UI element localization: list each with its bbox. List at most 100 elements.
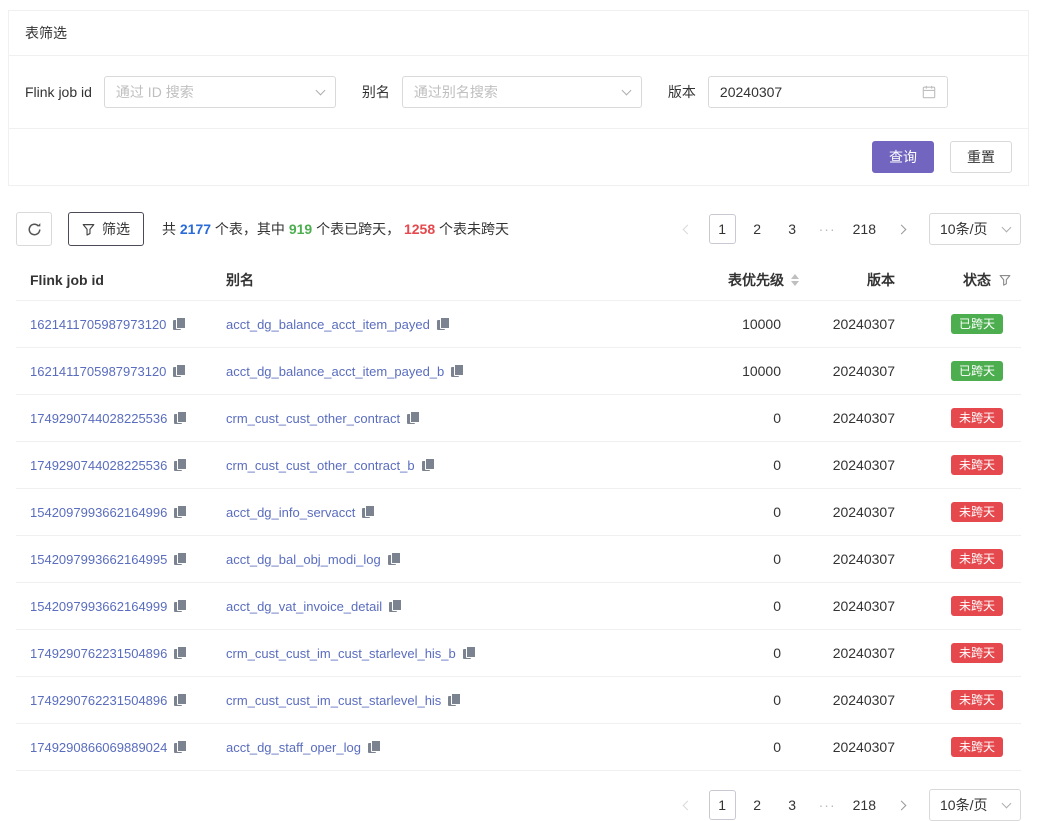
page-ellipsis[interactable]: ··· <box>814 790 841 820</box>
priority-cell: 0 <box>689 630 813 677</box>
page-button-last[interactable]: 218 <box>849 214 880 244</box>
copy-icon[interactable] <box>174 411 187 425</box>
job-id-link[interactable]: 1621411705987973120 <box>30 364 166 379</box>
job-id-link[interactable]: 1749290744028225536 <box>30 411 167 426</box>
chevron-right-icon <box>897 800 907 810</box>
copy-icon[interactable] <box>422 458 435 472</box>
version-cell: 20240307 <box>813 583 909 630</box>
copy-icon[interactable] <box>174 740 187 754</box>
priority-cell: 0 <box>689 536 813 583</box>
priority-cell: 10000 <box>689 348 813 395</box>
job-id-link[interactable]: 1542097993662164996 <box>30 505 167 520</box>
reset-button[interactable]: 重置 <box>950 141 1012 173</box>
copy-icon[interactable] <box>174 505 187 519</box>
page-button-1[interactable]: 1 <box>709 790 736 820</box>
flink-job-id-placeholder: 通过 ID 搜索 <box>116 82 194 102</box>
sort-icon[interactable] <box>791 274 799 286</box>
column-filter-icon[interactable] <box>999 274 1011 286</box>
status-badge: 未跨天 <box>951 643 1003 663</box>
priority-cell: 0 <box>689 724 813 771</box>
field-alias: 别名 通过别名搜索 <box>362 76 642 108</box>
copy-icon[interactable] <box>173 364 186 378</box>
copy-icon[interactable] <box>174 458 187 472</box>
alias-link[interactable]: crm_cust_cust_im_cust_starlevel_his <box>226 693 441 708</box>
job-id-link[interactable]: 1749290866069889024 <box>30 740 167 755</box>
job-id-link[interactable]: 1749290762231504896 <box>30 693 167 708</box>
copy-icon[interactable] <box>368 740 381 754</box>
chevron-down-icon <box>621 85 631 95</box>
copy-icon[interactable] <box>388 552 401 566</box>
page-ellipsis[interactable]: ··· <box>814 214 841 244</box>
summary-text: 共 2177 个表，其中 919 个表已跨天， 1258 个表未跨天 <box>162 219 509 239</box>
copy-icon[interactable] <box>174 646 187 660</box>
copy-icon[interactable] <box>463 646 476 660</box>
refresh-icon <box>27 222 42 237</box>
page-button-3[interactable]: 3 <box>779 790 806 820</box>
prev-page-button[interactable] <box>674 214 701 244</box>
filter-toggle-button[interactable]: 筛选 <box>68 212 144 246</box>
version-date-input[interactable]: 20240307 <box>708 76 948 108</box>
page: 表筛选 Flink job id 通过 ID 搜索 别名 通过别名搜索 版本 <box>0 0 1037 821</box>
search-button[interactable]: 查询 <box>872 141 934 173</box>
page-button-3[interactable]: 3 <box>779 214 806 244</box>
job-id-link[interactable]: 1621411705987973120 <box>30 317 166 332</box>
alias-link[interactable]: acct_dg_balance_acct_item_payed <box>226 317 430 332</box>
alias-label: 别名 <box>362 82 390 102</box>
job-id-link[interactable]: 1542097993662164995 <box>30 552 167 567</box>
priority-cell: 10000 <box>689 301 813 348</box>
chevron-left-icon <box>682 224 692 234</box>
copy-icon[interactable] <box>437 317 450 331</box>
job-id-link[interactable]: 1542097993662164999 <box>30 599 167 614</box>
alias-link[interactable]: acct_dg_vat_invoice_detail <box>226 599 382 614</box>
page-size-select[interactable]: 10条/页 <box>929 213 1021 245</box>
version-date-value: 20240307 <box>720 84 782 100</box>
status-badge: 未跨天 <box>951 549 1003 569</box>
copy-icon[interactable] <box>389 599 402 613</box>
alias-link[interactable]: crm_cust_cust_im_cust_starlevel_his_b <box>226 646 456 661</box>
page-button-2[interactable]: 2 <box>744 790 771 820</box>
copy-icon[interactable] <box>362 505 375 519</box>
crossed-count: 919 <box>289 221 312 237</box>
alias-select[interactable]: 通过别名搜索 <box>402 76 642 108</box>
job-id-link[interactable]: 1749290744028225536 <box>30 458 167 473</box>
table-row: 1542097993662164999 acct_dg_vat_invoice_… <box>16 583 1021 630</box>
flink-job-id-select[interactable]: 通过 ID 搜索 <box>104 76 336 108</box>
job-id-link[interactable]: 1749290762231504896 <box>30 646 167 661</box>
version-cell: 20240307 <box>813 348 909 395</box>
total-count: 2177 <box>180 221 211 237</box>
column-header-version: 版本 <box>813 260 909 301</box>
priority-cell: 0 <box>689 395 813 442</box>
status-badge: 未跨天 <box>951 690 1003 710</box>
status-badge: 未跨天 <box>951 408 1003 428</box>
prev-page-button[interactable] <box>674 790 701 820</box>
field-version: 版本 20240307 <box>668 76 948 108</box>
copy-icon[interactable] <box>407 411 420 425</box>
filter-button-label: 筛选 <box>102 219 130 239</box>
alias-link[interactable]: acct_dg_balance_acct_item_payed_b <box>226 364 444 379</box>
next-page-button[interactable] <box>888 214 915 244</box>
page-button-last[interactable]: 218 <box>849 790 880 820</box>
refresh-button[interactable] <box>16 212 52 246</box>
page-button-2[interactable]: 2 <box>744 214 771 244</box>
alias-link[interactable]: acct_dg_info_servacct <box>226 505 355 520</box>
alias-link[interactable]: crm_cust_cust_other_contract <box>226 411 400 426</box>
table-row: 1621411705987973120 acct_dg_balance_acct… <box>16 348 1021 395</box>
column-header-status: 状态 <box>909 260 1021 301</box>
status-badge: 未跨天 <box>951 455 1003 475</box>
page-button-1[interactable]: 1 <box>709 214 736 244</box>
copy-icon[interactable] <box>173 317 186 331</box>
alias-link[interactable]: acct_dg_staff_oper_log <box>226 740 361 755</box>
copy-icon[interactable] <box>174 693 187 707</box>
copy-icon[interactable] <box>448 693 461 707</box>
chevron-left-icon <box>682 800 692 810</box>
alias-link[interactable]: crm_cust_cust_other_contract_b <box>226 458 415 473</box>
table-row: 1749290744028225536 crm_cust_cust_other_… <box>16 395 1021 442</box>
copy-icon[interactable] <box>174 599 187 613</box>
copy-icon[interactable] <box>174 552 187 566</box>
chevron-down-icon <box>315 85 325 95</box>
filter-panel-title: 表筛选 <box>9 11 1028 56</box>
next-page-button[interactable] <box>888 790 915 820</box>
page-size-select[interactable]: 10条/页 <box>929 789 1021 821</box>
copy-icon[interactable] <box>451 364 464 378</box>
alias-link[interactable]: acct_dg_bal_obj_modi_log <box>226 552 381 567</box>
